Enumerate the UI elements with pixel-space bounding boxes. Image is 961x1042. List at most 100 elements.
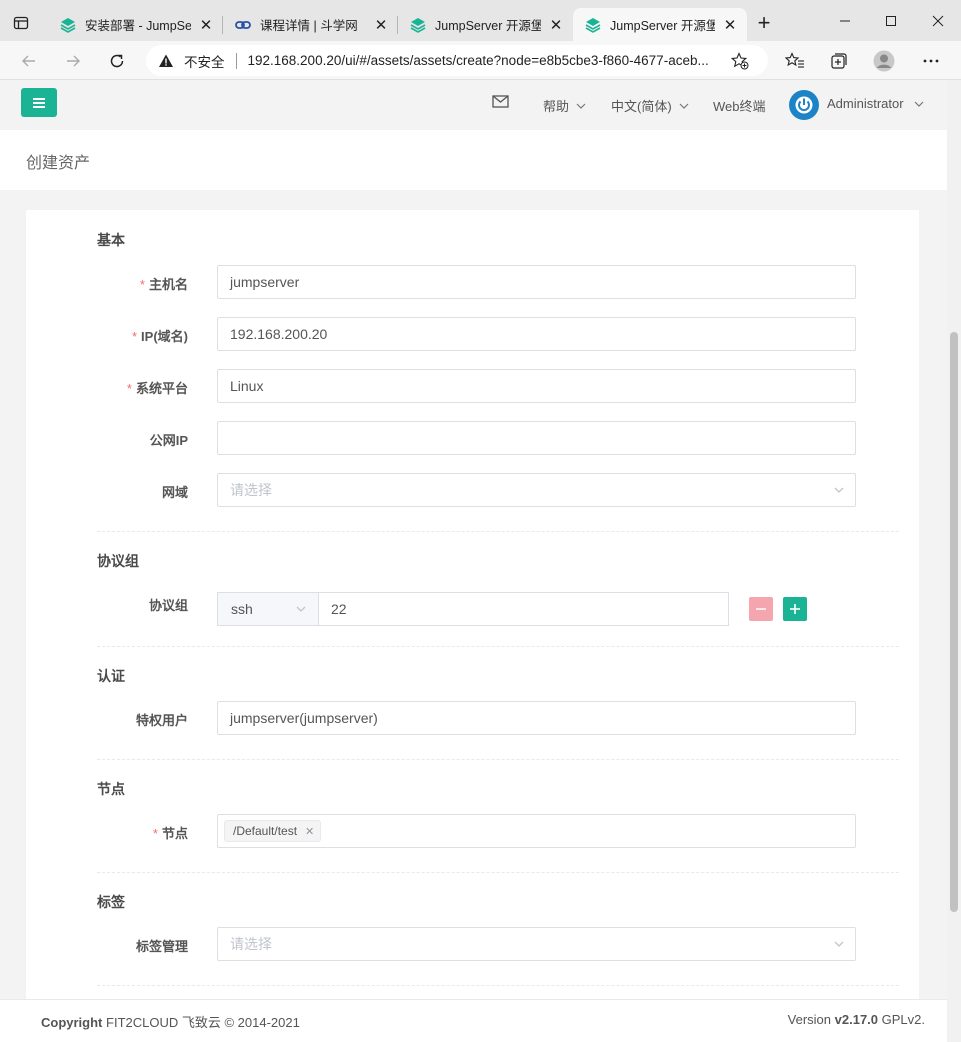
chevron-down-icon [296, 606, 306, 612]
required-mark: * [152, 826, 158, 841]
nodes-label: * 节点 [48, 823, 188, 842]
labels-label: 标签管理 [135, 939, 188, 954]
web-terminal-link[interactable]: Web终端 [713, 96, 766, 115]
url-field[interactable]: 不安全 192.168.200.20/ui/#/assets/assets/cr… [146, 45, 768, 76]
version-prefix: Version [787, 1012, 832, 1027]
nodes-select[interactable]: /Default/test ✕ [217, 814, 856, 848]
minimize-icon[interactable] [822, 0, 868, 41]
minus-icon [756, 608, 766, 610]
top-navbar: 帮助 中文(简体) Web终端 Administrator [0, 80, 947, 130]
platform-select[interactable]: Linux [217, 369, 856, 403]
forward-icon[interactable] [60, 48, 86, 74]
close-tab-icon[interactable]: ✕ [372, 16, 390, 34]
help-label: 帮助 [543, 99, 570, 114]
chevron-down-icon [834, 487, 844, 493]
divider [97, 646, 899, 647]
license: GPLv2. [881, 1012, 925, 1027]
menu-toggle-button[interactable] [21, 88, 57, 117]
envelope-icon[interactable] [492, 95, 509, 108]
jumpserver-icon [60, 17, 76, 33]
hamburger-icon [33, 97, 45, 108]
footer: Copyright FIT2CLOUD 飞致云 © 2014-2021 Vers… [0, 999, 947, 1042]
favorites-icon[interactable] [784, 50, 806, 72]
labels-select[interactable]: 请选择 [217, 927, 856, 961]
chevron-down-icon [576, 103, 586, 109]
section-title-basic: 基本 [97, 232, 125, 248]
admin-user-label: 特权用户 [135, 713, 188, 728]
node-tag: /Default/test ✕ [224, 820, 322, 842]
power-icon [795, 96, 813, 114]
nodes-label-text: 节点 [161, 826, 188, 841]
domain-select[interactable]: 请选择 [217, 473, 856, 507]
domain-label: 网域 [161, 485, 188, 500]
help-menu[interactable]: 帮助 [543, 96, 586, 115]
public-ip-input[interactable] [217, 421, 856, 455]
page-scrollbar[interactable] [947, 80, 961, 1042]
url-divider [235, 52, 237, 69]
tab-title: 安装部署 - JumpServer [85, 19, 191, 33]
divider [97, 531, 899, 532]
remove-protocol-button[interactable] [749, 597, 773, 621]
back-icon[interactable] [16, 48, 42, 74]
tab-title: JumpServer 开源堡垒机 [435, 19, 541, 33]
warning-icon[interactable] [158, 53, 174, 69]
port-input[interactable]: 22 [318, 592, 729, 626]
url-text[interactable]: 192.168.200.20/ui/#/assets/assets/create… [248, 53, 724, 68]
admin-user-select[interactable]: jumpserver(jumpserver) [217, 701, 856, 735]
jumpserver-icon [585, 17, 601, 33]
avatar[interactable] [789, 90, 819, 120]
profile-icon[interactable] [873, 50, 895, 72]
user-name: Administrator [827, 96, 904, 111]
close-tab-icon[interactable]: ✕ [547, 16, 565, 34]
section-title-protocols: 协议组 [97, 553, 139, 569]
chevron-down-icon [679, 103, 689, 109]
version-number: v2.17.0 [834, 1012, 879, 1027]
new-tab-icon[interactable]: + [753, 12, 775, 35]
tab-actions-icon[interactable] [10, 12, 32, 34]
browser-tab[interactable]: JumpServer 开源堡垒机 ✕ [398, 8, 573, 41]
language-menu[interactable]: 中文(简体) [611, 96, 689, 115]
close-icon[interactable]: ✕ [305, 825, 314, 838]
browser-tab-active[interactable]: JumpServer 开源堡垒机 ✕ [573, 8, 747, 41]
section-title-auth: 认证 [97, 668, 125, 684]
copyright: Copyright FIT2CLOUD 飞致云 © 2014-2021 [41, 1012, 300, 1031]
language-label: 中文(简体) [611, 99, 672, 114]
labels-placeholder: 请选择 [230, 936, 272, 952]
required-mark: * [139, 277, 145, 292]
app-viewport: 帮助 中文(简体) Web终端 Administrator 创建资产 基本 * 主… [0, 80, 947, 1042]
hostname-input[interactable]: jumpserver [217, 265, 856, 299]
required-mark: * [126, 381, 132, 396]
create-asset-form: 基本 * 主机名 jumpserver * IP(域名) 192.168.200.2… [26, 210, 919, 1010]
browser-tab[interactable]: 课程详情 | 斗学网 ✕ [223, 8, 398, 41]
window-close-icon[interactable] [914, 0, 961, 41]
ip-label-text: IP(域名) [141, 329, 188, 344]
browser-tab[interactable]: 安装部署 - JumpServer ✕ [48, 8, 223, 41]
hostname-label: * 主机名 [48, 274, 188, 293]
add-favorite-icon[interactable] [730, 51, 750, 71]
divider [97, 872, 899, 873]
page-header: 创建资产 [0, 130, 947, 190]
copyright-text: FIT2CLOUD 飞致云 © 2014-2021 [106, 1015, 300, 1030]
reload-icon[interactable] [104, 48, 130, 74]
ip-input[interactable]: 192.168.200.20 [217, 317, 856, 351]
more-options-icon[interactable] [920, 50, 942, 72]
close-tab-icon[interactable]: ✕ [721, 16, 739, 34]
add-protocol-button[interactable] [783, 597, 807, 621]
insecure-label[interactable]: 不安全 [184, 51, 225, 71]
close-tab-icon[interactable]: ✕ [197, 16, 215, 34]
public-ip-label: 公网IP [149, 433, 188, 448]
hostname-value: jumpserver [230, 274, 300, 290]
maximize-icon[interactable] [868, 0, 914, 41]
version-info: Version v2.17.0 GPLv2. [788, 1012, 925, 1027]
chevron-down-icon [834, 941, 844, 947]
tab-title: JumpServer 开源堡垒机 [610, 19, 715, 33]
protocol-select[interactable]: ssh [217, 592, 319, 626]
scrollbar-thumb[interactable] [950, 332, 958, 912]
divider [97, 759, 899, 760]
collections-icon[interactable] [828, 50, 850, 72]
protocols-label: 协议组 [148, 598, 188, 613]
domain-placeholder: 请选择 [230, 482, 272, 498]
section-title-labels: 标签 [97, 894, 125, 910]
protocol-value: ssh [231, 601, 253, 617]
user-menu[interactable]: Administrator [827, 96, 924, 111]
